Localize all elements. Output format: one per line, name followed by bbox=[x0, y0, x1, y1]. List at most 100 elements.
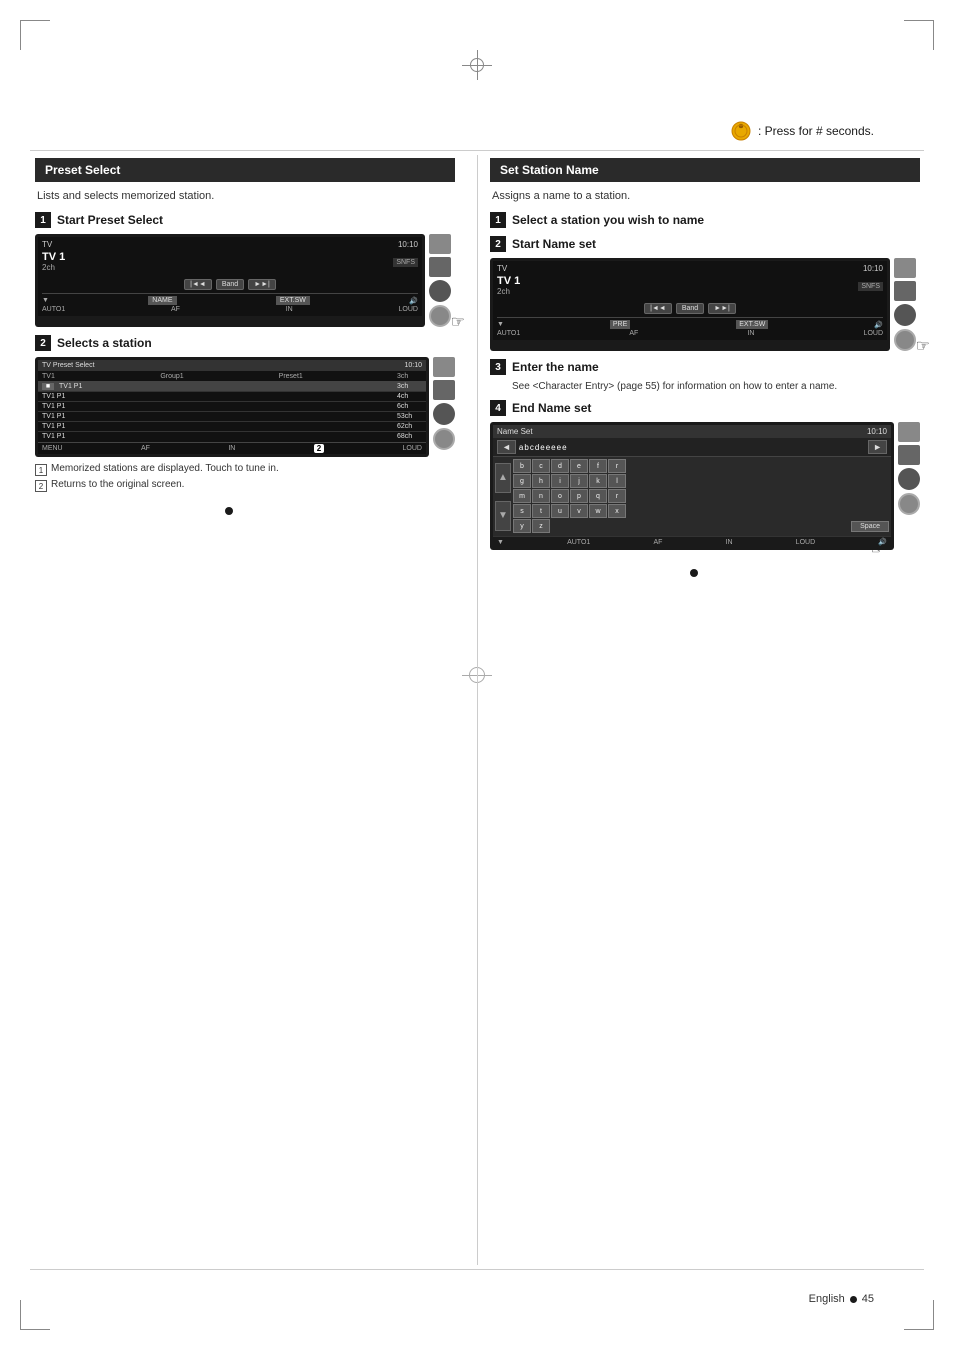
preset-step1-label: 1 Start Preset Select bbox=[35, 212, 455, 228]
key-q[interactable]: q bbox=[589, 489, 607, 503]
station-step2-label: 2 Start Name set bbox=[490, 236, 920, 252]
key-w[interactable]: w bbox=[589, 504, 607, 518]
key-g[interactable]: g bbox=[513, 474, 531, 488]
press-info-area: : Press for # seconds. bbox=[730, 120, 874, 142]
right-bullet bbox=[690, 569, 920, 577]
key-u[interactable]: u bbox=[551, 504, 569, 518]
station-step1-title: Select a station you wish to name bbox=[512, 213, 704, 227]
station-step4-label: 4 End Name set bbox=[490, 400, 920, 416]
preset-step2-screen-area: TV Preset Select 10:10 TV1 Group1 Preset… bbox=[35, 357, 455, 457]
key-down-btn[interactable]: ▼ bbox=[495, 501, 511, 531]
preset-step1-num: 1 bbox=[35, 212, 51, 228]
station-step2-title: Start Name set bbox=[512, 237, 596, 251]
key-i[interactable]: i bbox=[551, 474, 569, 488]
station-step2-num: 2 bbox=[490, 236, 506, 252]
name-set-side-icons bbox=[898, 422, 920, 550]
key-c[interactable]: c bbox=[532, 459, 550, 473]
set-station-name-header: Set Station Name bbox=[490, 158, 920, 182]
station-step3-label: 3 Enter the name bbox=[490, 359, 920, 375]
footer-page-number: 45 bbox=[862, 1293, 874, 1305]
crop-mark-br bbox=[904, 1300, 934, 1330]
crop-mark-tr bbox=[904, 20, 934, 50]
char-grid: b c d e f r g h i j k bbox=[513, 459, 889, 534]
preset-select-header: Preset Select bbox=[35, 158, 455, 182]
keyboard-nav: ▲ ▼ bbox=[495, 459, 511, 534]
key-z[interactable]: z bbox=[532, 519, 550, 533]
side-icon-2 bbox=[429, 257, 451, 277]
key-t[interactable]: t bbox=[532, 504, 550, 518]
key-s[interactable]: s bbox=[513, 504, 531, 518]
name-set-screen: Name Set 10:10 ◄ abcdeeeee ► ▲ ▼ bbox=[490, 422, 894, 550]
keyboard-area: ▲ ▼ b c d e f r g bbox=[493, 457, 891, 536]
preset-step2-label: 2 Selects a station bbox=[35, 335, 455, 351]
station-step3-desc: See <Character Entry> (page 55) for info… bbox=[490, 381, 920, 392]
station-cursor-hand-icon: ☞ bbox=[916, 336, 930, 356]
crop-mark-bl bbox=[20, 1300, 50, 1330]
key-d[interactable]: d bbox=[551, 459, 569, 473]
key-r[interactable]: r bbox=[608, 459, 626, 473]
side-icon-4 bbox=[429, 305, 451, 327]
left-panel: Preset Select Lists and selects memorize… bbox=[35, 158, 455, 515]
preset-note-1: 1 Memorized stations are displayed. Touc… bbox=[35, 463, 455, 476]
preset-step2-side-icons bbox=[433, 357, 455, 457]
right-panel: Set Station Name Assigns a name to a sta… bbox=[490, 158, 920, 577]
footer-bullet-icon bbox=[850, 1296, 857, 1303]
press-for-seconds-text: : Press for # seconds. bbox=[758, 124, 874, 138]
key-n[interactable]: n bbox=[532, 489, 550, 503]
key-up-btn[interactable]: ▲ bbox=[495, 463, 511, 493]
side-icon-1 bbox=[429, 234, 451, 254]
name-input-display: abcdeeeee bbox=[519, 443, 865, 452]
key-l[interactable]: l bbox=[608, 474, 626, 488]
station-step1-num: 1 bbox=[490, 212, 506, 228]
bottom-divider bbox=[30, 1269, 924, 1270]
key-j[interactable]: j bbox=[570, 474, 588, 488]
left-bullet bbox=[225, 507, 455, 515]
station-step2-screen-area: TV 10:10 TV 1 2ch SNFS |◄◄ Band ►►| ▼ bbox=[490, 258, 920, 351]
crop-mark-tl bbox=[20, 20, 50, 50]
footer: English 45 bbox=[809, 1293, 874, 1305]
name-set-cursor-icon: ☞ bbox=[870, 538, 886, 558]
name-next-btn[interactable]: ► bbox=[868, 440, 887, 454]
space-button[interactable]: Space bbox=[851, 521, 889, 532]
preset-step1-screen-area: TV 10:10 TV 1 2ch SNFS |◄◄ Band ►►| bbox=[35, 234, 455, 327]
station-step4-num: 4 bbox=[490, 400, 506, 416]
key-r2[interactable]: r bbox=[608, 489, 626, 503]
side-icon-3 bbox=[429, 280, 451, 302]
key-v[interactable]: v bbox=[570, 504, 588, 518]
station-step3-title: Enter the name bbox=[512, 360, 599, 374]
preset-step1-title: Start Preset Select bbox=[57, 213, 163, 227]
vertical-divider bbox=[477, 155, 478, 1265]
key-p[interactable]: p bbox=[570, 489, 588, 503]
key-k[interactable]: k bbox=[589, 474, 607, 488]
knob-icon bbox=[730, 120, 752, 142]
preset-step2-title: Selects a station bbox=[57, 336, 152, 350]
name-prev-btn[interactable]: ◄ bbox=[497, 440, 516, 454]
set-station-description: Assigns a name to a station. bbox=[490, 190, 920, 202]
key-x[interactable]: x bbox=[608, 504, 626, 518]
station-step2-side-icons bbox=[894, 258, 916, 351]
key-m[interactable]: m bbox=[513, 489, 531, 503]
key-h[interactable]: h bbox=[532, 474, 550, 488]
key-y[interactable]: y bbox=[513, 519, 531, 533]
name-set-cursor: ☞ bbox=[870, 538, 920, 559]
preset-select-description: Lists and selects memorized station. bbox=[35, 190, 455, 202]
station-step1-label: 1 Select a station you wish to name bbox=[490, 212, 920, 228]
key-b[interactable]: b bbox=[513, 459, 531, 473]
preset-step2-num: 2 bbox=[35, 335, 51, 351]
preset-step1-side-icons bbox=[429, 234, 451, 327]
key-f[interactable]: f bbox=[589, 459, 607, 473]
station-step2-screen: TV 10:10 TV 1 2ch SNFS |◄◄ Band ►►| ▼ bbox=[490, 258, 890, 351]
preset-note-2: 2 Returns to the original screen. bbox=[35, 479, 455, 492]
footer-language: English bbox=[809, 1293, 845, 1305]
key-e[interactable]: e bbox=[570, 459, 588, 473]
top-crosshair bbox=[462, 50, 492, 80]
cursor-hand-icon: ☞ bbox=[451, 312, 465, 332]
top-divider bbox=[30, 150, 924, 151]
preset-step2-screen: TV Preset Select 10:10 TV1 Group1 Preset… bbox=[35, 357, 429, 457]
station-step3-num: 3 bbox=[490, 359, 506, 375]
key-o[interactable]: o bbox=[551, 489, 569, 503]
station-step4-title: End Name set bbox=[512, 401, 591, 415]
preset-step1-screen: TV 10:10 TV 1 2ch SNFS |◄◄ Band ►►| bbox=[35, 234, 425, 327]
preset-notes: 1 Memorized stations are displayed. Touc… bbox=[35, 463, 455, 492]
name-set-screen-area: Name Set 10:10 ◄ abcdeeeee ► ▲ ▼ bbox=[490, 422, 920, 550]
